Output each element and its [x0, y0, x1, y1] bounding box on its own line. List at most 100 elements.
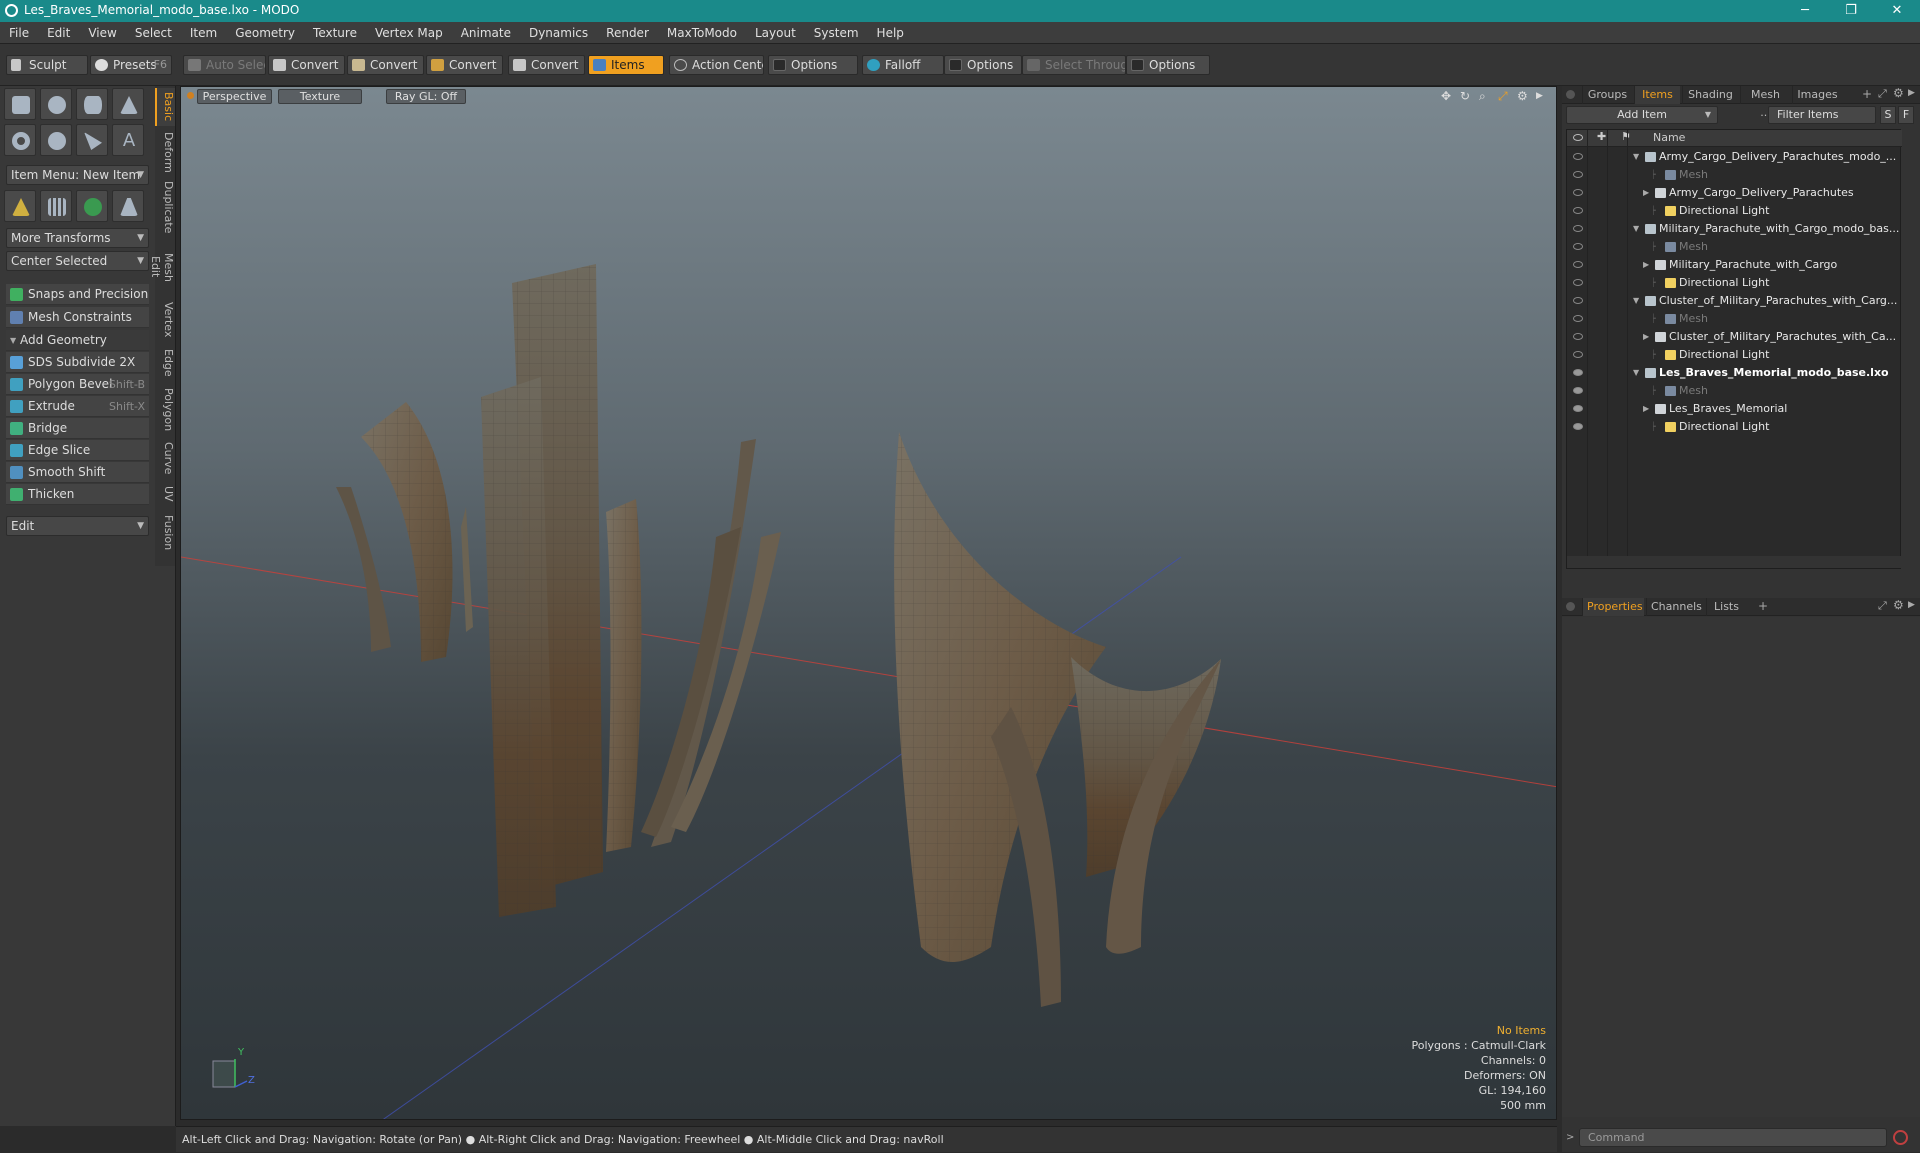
tool-extrude[interactable]: Extrude Shift-X [6, 396, 149, 417]
panel-gear-icon[interactable]: ⚙ [1893, 86, 1904, 100]
collapse-arrow-icon[interactable]: ▼ [1633, 292, 1639, 310]
torus-primitive-button[interactable] [4, 124, 36, 156]
memorial-mesh[interactable] [336, 264, 1221, 1007]
menu-texture[interactable]: Texture [304, 22, 366, 44]
tab-uv[interactable]: UV [155, 480, 175, 508]
visibility-eye-icon[interactable] [1573, 405, 1583, 412]
sculpt-button[interactable]: Sculpt [6, 55, 88, 75]
add-tab-icon[interactable]: + [1862, 87, 1872, 101]
tab-vertex[interactable]: Vertex [155, 298, 175, 342]
tool-thicken[interactable]: Thicken [6, 484, 149, 505]
tree-row-group[interactable]: ▶ Cluster_of_Military_Parachutes_with_Ca.… [1567, 328, 1902, 346]
zoom-icon[interactable]: ⌕ [1479, 90, 1492, 103]
pan-icon[interactable]: ✥ [1441, 90, 1454, 103]
tool-sds-subdivide[interactable]: SDS Subdivide 2X [6, 352, 149, 373]
select-through-button[interactable]: Select Through [1022, 55, 1126, 75]
expand-arrow-icon[interactable]: ▶ [1643, 400, 1649, 418]
menu-render[interactable]: Render [597, 22, 658, 44]
cube-primitive-button[interactable] [4, 88, 36, 120]
tool-polygon-bevel[interactable]: Polygon Bevel Shift-B [6, 374, 149, 395]
item-menu-dropdown[interactable]: Item Menu: New Item ▼ [6, 165, 149, 185]
action-center-button[interactable]: Action Center [669, 55, 764, 75]
viewport-scene[interactable] [181, 87, 1557, 1120]
filter-f-button[interactable]: F [1898, 106, 1914, 124]
panel-gear-icon[interactable]: ⚙ [1893, 598, 1904, 612]
globe-tool-button[interactable] [76, 190, 108, 222]
add-geometry-section[interactable]: ▼ Add Geometry [6, 330, 149, 351]
collapse-arrow-icon[interactable]: ▼ [1633, 148, 1639, 166]
rotate-icon[interactable]: ↻ [1460, 90, 1473, 103]
items-mode-button[interactable]: Items [588, 55, 664, 75]
render-column-icon[interactable]: ⚑ [1621, 130, 1631, 143]
tree-row-mesh[interactable]: ┝ Mesh [1567, 310, 1902, 328]
options-button-1[interactable]: Options [768, 55, 858, 75]
cone-primitive-button[interactable] [112, 88, 144, 120]
menu-layout[interactable]: Layout [746, 22, 805, 44]
tab-fusion[interactable]: Fusion [155, 510, 175, 556]
visibility-eye-icon[interactable] [1573, 243, 1583, 250]
options-button-2[interactable]: Options [944, 55, 1022, 75]
expand-arrow-icon[interactable]: ▶ [1643, 184, 1649, 202]
tree-row-mesh[interactable]: ┝ Mesh [1567, 238, 1902, 256]
convert-vertices-button[interactable]: Convert [268, 55, 345, 75]
horizontal-scrollbar[interactable] [1567, 556, 1902, 568]
visibility-eye-icon[interactable] [1573, 261, 1583, 268]
settings-gear-icon[interactable]: ⚙ [1517, 90, 1530, 103]
menu-vertex-map[interactable]: Vertex Map [366, 22, 452, 44]
tool-smooth-shift[interactable]: Smooth Shift [6, 462, 149, 483]
options-button-3[interactable]: Options [1126, 55, 1210, 75]
lock-column-icon[interactable]: ✚ [1597, 130, 1606, 143]
more-transforms-dropdown[interactable]: More Transforms ▼ [6, 228, 149, 248]
edit-dropdown[interactable]: Edit ▼ [6, 516, 149, 536]
visibility-eye-icon[interactable] [1573, 369, 1583, 376]
sphere-primitive-button[interactable] [40, 88, 72, 120]
tree-row-group[interactable]: ▶ Army_Cargo_Delivery_Parachutes [1567, 184, 1902, 202]
falloff-button[interactable]: Falloff [862, 55, 944, 75]
tree-row-scene[interactable]: ▼ Military_Parachute_with_Cargo_modo_bas.… [1567, 220, 1902, 238]
expand-arrow-icon[interactable]: ▶ [1536, 90, 1549, 103]
tree-row-group[interactable]: ▶ Les_Braves_Memorial [1567, 400, 1902, 418]
text-tool-button[interactable]: A [112, 124, 144, 156]
menu-file[interactable]: File [0, 22, 38, 44]
tab-mesh[interactable]: Mesh ... [1740, 86, 1790, 119]
maximize-button[interactable]: ❐ [1828, 0, 1874, 22]
visibility-eye-icon[interactable] [1573, 297, 1583, 304]
cylinder-primitive-button[interactable] [76, 88, 108, 120]
menu-dynamics[interactable]: Dynamics [520, 22, 597, 44]
maximize-panel-icon[interactable]: ⤢ [1878, 87, 1887, 101]
visibility-eye-icon[interactable] [1573, 279, 1583, 286]
tab-basic[interactable]: Basic [155, 88, 175, 126]
tree-row-light[interactable]: ┝ Directional Light [1567, 346, 1902, 364]
tab-groups[interactable]: Groups [1582, 86, 1632, 104]
panel-menu-icon[interactable] [1566, 90, 1575, 99]
visibility-eye-icon[interactable] [1573, 387, 1583, 394]
expand-arrow-icon[interactable]: ▶ [1643, 328, 1649, 346]
tree-row-light[interactable]: ┝ Directional Light [1567, 274, 1902, 292]
menu-view[interactable]: View [79, 22, 125, 44]
panel-expand-icon[interactable]: ▶ [1908, 88, 1915, 98]
tool-edge-slice[interactable]: Edge Slice [6, 440, 149, 461]
tab-lists[interactable]: Lists [1706, 598, 1746, 616]
visibility-eye-icon[interactable] [1573, 225, 1583, 232]
expand-arrow-icon[interactable]: ▶ [1643, 256, 1649, 274]
tab-images[interactable]: Images [1792, 86, 1842, 104]
transform-tool-button[interactable] [4, 190, 36, 222]
tool-bridge[interactable]: Bridge [6, 418, 149, 439]
menu-system[interactable]: System [805, 22, 868, 44]
mesh-constraints-button[interactable]: Mesh Constraints [6, 307, 149, 328]
tree-row-scene[interactable]: ▼ Cluster_of_Military_Parachutes_with_Car… [1567, 292, 1902, 310]
perspective-tool-button[interactable] [112, 190, 144, 222]
auto-select-button[interactable]: Auto Select [183, 55, 266, 75]
tab-channels[interactable]: Channels [1646, 598, 1704, 616]
filter-items-input[interactable]: Filter Items [1768, 106, 1876, 124]
snaps-precision-button[interactable]: Snaps and Precision [6, 284, 149, 305]
minimize-button[interactable]: ─ [1782, 0, 1828, 22]
center-selected-dropdown[interactable]: Center Selected ▼ [6, 251, 149, 271]
convert-polygons-button[interactable]: Convert [426, 55, 503, 75]
record-icon[interactable] [1893, 1130, 1908, 1145]
menu-select[interactable]: Select [126, 22, 181, 44]
visibility-eye-icon[interactable] [1573, 333, 1583, 340]
visibility-eye-icon[interactable] [1573, 351, 1583, 358]
filter-s-button[interactable]: S [1880, 106, 1896, 124]
command-input[interactable]: Command [1579, 1128, 1887, 1147]
